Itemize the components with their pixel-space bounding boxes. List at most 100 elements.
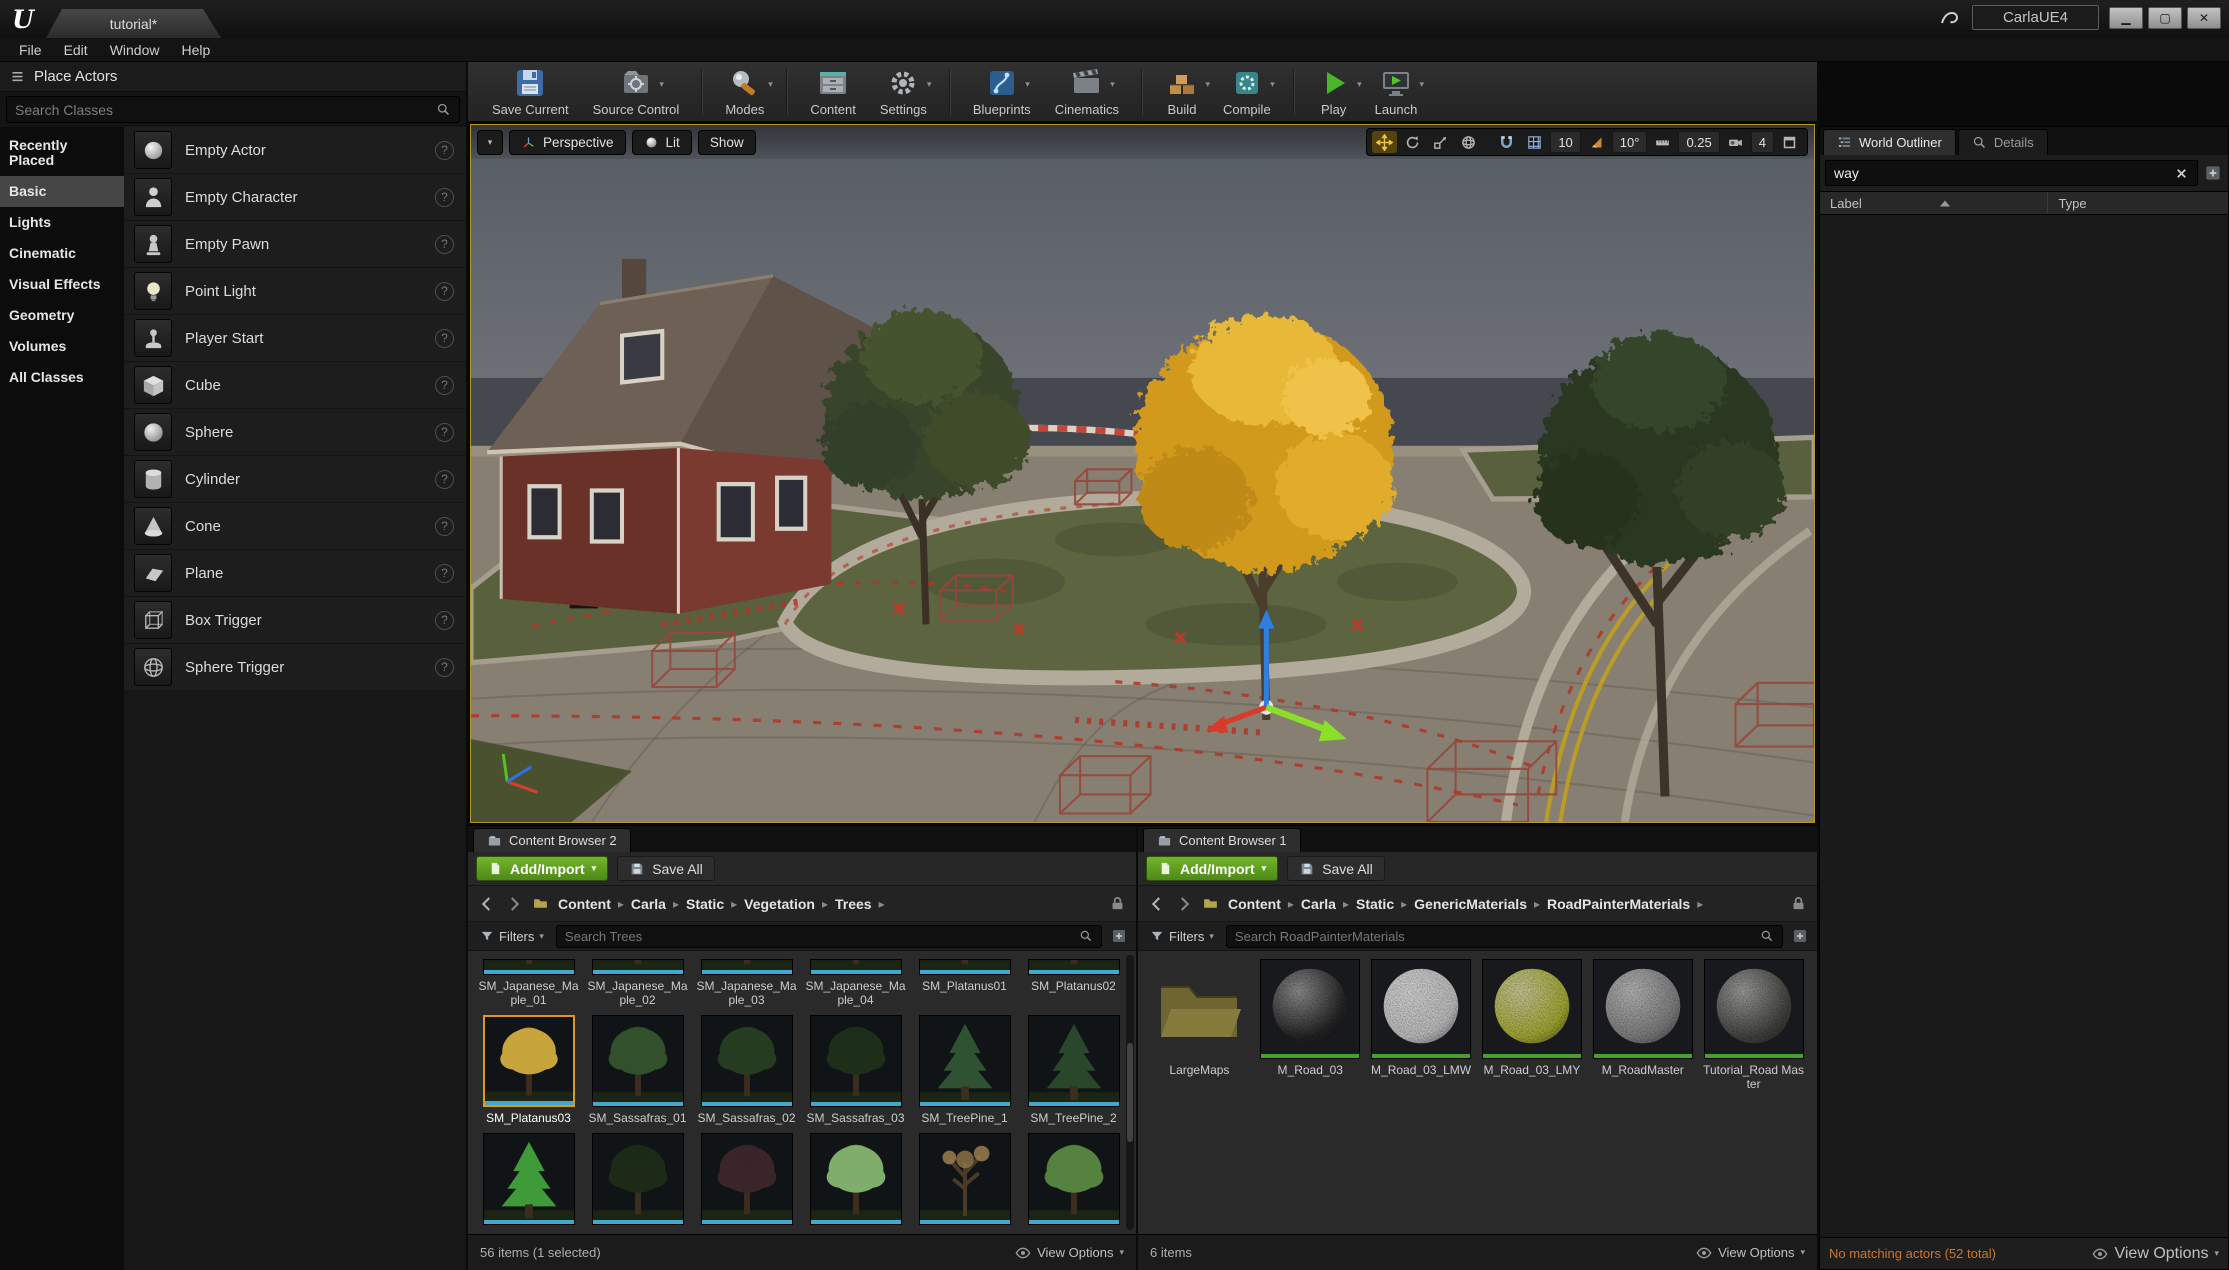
level-tab[interactable]: tutorial* — [46, 9, 221, 38]
asset-m-road-03-lmw[interactable]: M_Road_03_LMW — [1370, 959, 1473, 1091]
menu-window[interactable]: Window — [99, 40, 171, 60]
search-trees-input[interactable] — [565, 929, 1073, 944]
rotate-tool-button[interactable] — [1400, 131, 1425, 153]
maximize-button[interactable]: ▢ — [2148, 7, 2182, 29]
place-actors-search[interactable] — [6, 96, 460, 123]
clear-search-icon[interactable] — [2174, 166, 2189, 181]
cb1-crumb-roadpaintermaterials[interactable]: RoadPainterMaterials — [1547, 896, 1690, 912]
cb1-crumb-content[interactable]: Content — [1228, 896, 1281, 912]
asset-thumb-2[interactable] — [587, 1133, 688, 1225]
asset-sm-platanus03[interactable]: SM_Platanus03 — [478, 1015, 579, 1125]
asset-sm-japanese-maple-04[interactable]: SM_Japanese_Maple_04 — [805, 959, 906, 1007]
asset-tutorial-road-master[interactable]: Tutorial_Road Master — [1702, 959, 1805, 1091]
place-actor-sphere[interactable]: Sphere? — [124, 409, 466, 456]
camera-speed-button[interactable] — [1723, 131, 1748, 153]
asset-sm-sassafras-02[interactable]: SM_Sassafras_02 — [696, 1015, 797, 1125]
close-button[interactable]: ✕ — [2187, 7, 2221, 29]
place-actor-cube[interactable]: Cube? — [124, 362, 466, 409]
asset-sm-platanus01[interactable]: SM_Platanus01 — [914, 959, 1015, 1007]
place-actor-point-light[interactable]: Point Light? — [124, 268, 466, 315]
scrollbar[interactable] — [1126, 955, 1134, 1230]
asset-thumb-3[interactable] — [696, 1133, 797, 1225]
show-flags-button[interactable]: Show — [698, 130, 756, 155]
asset-grid-area[interactable]: LargeMapsM_Road_03M_Road_03_LMWM_Road_03… — [1138, 951, 1817, 1234]
lock-icon[interactable] — [1109, 895, 1126, 912]
toolbar-source-control[interactable]: ▾Source Control — [583, 63, 690, 120]
title-bar[interactable]: U tutorial* CarlaUE4 ▁ ▢ ✕ — [0, 0, 2229, 38]
toolbar-settings[interactable]: ▾Settings — [870, 63, 937, 120]
view-options-button[interactable]: View Options ▾ — [1696, 1245, 1805, 1261]
category-basic[interactable]: Basic — [0, 176, 124, 207]
grid-snap-value[interactable]: 10 — [1550, 131, 1580, 153]
type-column-header[interactable]: Type — [2047, 192, 2228, 214]
cb1-crumb-carla[interactable]: Carla — [1301, 896, 1336, 912]
asset-search-box[interactable] — [1226, 925, 1783, 948]
asset-sm-japanese-maple-01[interactable]: SM_Japanese_Maple_01 — [478, 959, 579, 1007]
rotation-snap-toggle[interactable] — [1584, 131, 1609, 153]
camera-speed-value[interactable]: 4 — [1751, 131, 1774, 153]
category-visual-effects[interactable]: Visual Effects — [0, 269, 124, 300]
add-import-button[interactable]: Add/Import ▾ — [476, 856, 608, 881]
rotation-snap-value[interactable]: 10° — [1612, 131, 1648, 153]
viewport-3d-scene[interactable] — [471, 125, 1814, 822]
asset-sm-japanese-maple-03[interactable]: SM_Japanese_Maple_03 — [696, 959, 797, 1007]
asset-thumb-4[interactable] — [805, 1133, 906, 1225]
details-tab[interactable]: Details — [1958, 129, 2048, 155]
back-button[interactable] — [478, 895, 496, 913]
toolbar-launch[interactable]: ▾Launch — [1365, 63, 1428, 120]
place-actor-cone[interactable]: Cone? — [124, 503, 466, 550]
grid-snap-toggle[interactable] — [1522, 131, 1547, 153]
menu-help[interactable]: Help — [170, 40, 221, 60]
asset-sm-sassafras-01[interactable]: SM_Sassafras_01 — [587, 1015, 688, 1125]
cb1-crumb-static[interactable]: Static — [1356, 896, 1394, 912]
view-options-button[interactable]: View Options ▾ — [1015, 1245, 1124, 1261]
asset-grid-area[interactable]: SM_Japanese_Maple_01SM_Japanese_Maple_02… — [468, 951, 1136, 1234]
asset-sm-sassafras-03[interactable]: SM_Sassafras_03 — [805, 1015, 906, 1125]
category-volumes[interactable]: Volumes — [0, 331, 124, 362]
save-all-button[interactable]: Save All — [1287, 856, 1385, 881]
back-button[interactable] — [1148, 895, 1166, 913]
asset-search-box[interactable] — [556, 925, 1102, 948]
filters-button[interactable]: Filters ▾ — [1146, 929, 1218, 944]
save-search-icon[interactable] — [1791, 927, 1809, 945]
toolbar-modes[interactable]: ▾Modes — [715, 63, 774, 120]
viewport-options-button[interactable]: ▾ — [477, 130, 503, 155]
save-search-icon[interactable] — [1110, 927, 1128, 945]
scale-snap-toggle[interactable] — [1650, 131, 1675, 153]
outliner-search-input[interactable] — [1834, 165, 2168, 181]
cb1-crumb-genericmaterials[interactable]: GenericMaterials — [1414, 896, 1527, 912]
content-browser-1-tab[interactable]: Content Browser 1 — [1143, 828, 1301, 852]
label-column-header[interactable]: Label — [1820, 192, 2047, 214]
cb2-crumb-static[interactable]: Static — [686, 896, 724, 912]
category-geometry[interactable]: Geometry — [0, 300, 124, 331]
cb2-crumb-trees[interactable]: Trees — [835, 896, 872, 912]
asset-sm-japanese-maple-02[interactable]: SM_Japanese_Maple_02 — [587, 959, 688, 1007]
toolbar-save-current[interactable]: Save Current — [482, 63, 579, 120]
minimize-button[interactable]: ▁ — [2109, 7, 2143, 29]
cb2-crumb-vegetation[interactable]: Vegetation — [744, 896, 815, 912]
category-lights[interactable]: Lights — [0, 207, 124, 238]
world-outliner-tab[interactable]: World Outliner — [1823, 129, 1956, 155]
toolbar-content[interactable]: Content — [800, 63, 866, 120]
maximize-viewport-button[interactable] — [1777, 131, 1802, 153]
menu-file[interactable]: File — [8, 40, 53, 60]
viewport[interactable]: ▾ Perspective Lit Show — [470, 124, 1815, 823]
place-actor-plane[interactable]: Plane? — [124, 550, 466, 597]
asset-thumb-5[interactable] — [914, 1133, 1015, 1225]
forward-button[interactable] — [505, 895, 523, 913]
add-import-button[interactable]: Add/Import ▾ — [1146, 856, 1278, 881]
place-actor-sphere-trigger[interactable]: Sphere Trigger? — [124, 644, 466, 691]
asset-m-road-03[interactable]: M_Road_03 — [1259, 959, 1362, 1091]
perspective-button[interactable]: Perspective — [509, 130, 626, 155]
asset-sm-treepine-2[interactable]: SM_TreePine_2 — [1023, 1015, 1124, 1125]
cb2-crumb-carla[interactable]: Carla — [631, 896, 666, 912]
place-actor-box-trigger[interactable]: Box Trigger? — [124, 597, 466, 644]
outliner-search-box[interactable] — [1825, 160, 2198, 186]
toolbar-play[interactable]: ▾Play — [1307, 63, 1361, 120]
filters-button[interactable]: Filters ▾ — [476, 929, 548, 944]
scale-tool-button[interactable] — [1428, 131, 1453, 153]
place-actor-empty-pawn[interactable]: Empty Pawn? — [124, 221, 466, 268]
category-cinematic[interactable]: Cinematic — [0, 238, 124, 269]
category-all-classes[interactable]: All Classes — [0, 362, 124, 393]
save-all-button[interactable]: Save All — [617, 856, 715, 881]
